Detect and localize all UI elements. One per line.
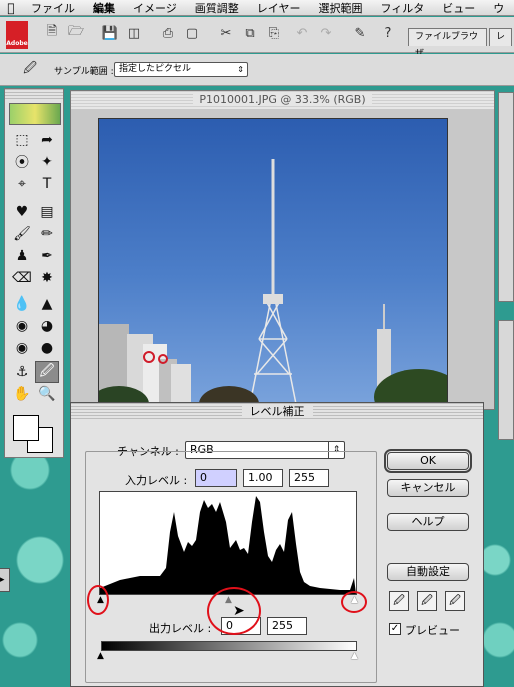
sample-size-label: サンプル範囲 :	[54, 67, 114, 77]
red-annotation-black	[87, 585, 109, 615]
eraser-tool-icon[interactable]: ⌫	[10, 267, 34, 289]
document-titlebar[interactable]: P1010001.JPG @ 33.3% (RGB)	[71, 91, 494, 109]
levels-dialog: レベル補正 チャンネル : RGB ⇕ 入力レベル : 0 1.00 255 ▲…	[70, 402, 484, 687]
menubar:  ファイル 編集 イメージ 画質調整 レイヤー 選択範囲 フィルタ ビュー ウ	[0, 0, 514, 16]
toolbox: ⬚ ➦ ⦿ ✦ ⌖ T ♥ ▤ 🖌 ✏ ♟ ✒ ⌫ ✸ 💧 ▲ ◉ ◕ ◉ ● …	[4, 88, 64, 458]
sponge-tool-icon[interactable]: ◉	[10, 315, 34, 337]
crop-tool-icon[interactable]: ⌖	[10, 173, 34, 195]
open-folder-icon[interactable]: 🗁	[66, 23, 86, 43]
adobe-logo-icon[interactable]: Adobe	[6, 21, 28, 49]
output-gradient-bar	[101, 641, 357, 651]
stamp-tool-icon[interactable]: ♟	[10, 245, 34, 267]
auto-button[interactable]: 自動設定	[387, 563, 469, 581]
palette-well: ファイルブラウザ レ	[408, 28, 514, 59]
chevron-updown-icon: ⇕	[237, 65, 244, 74]
gradient-tool-icon[interactable]: ▤	[35, 201, 59, 223]
save-icon[interactable]: 💾	[100, 23, 120, 43]
brush-tool-icon[interactable]: 🖌	[10, 223, 34, 245]
lasso-tool-icon[interactable]: ⦿	[10, 151, 34, 173]
tab-file-browser[interactable]: ファイルブラウザ	[408, 28, 487, 59]
histogram	[99, 491, 357, 595]
eyedropper-tool-icon[interactable]: 🖉	[35, 361, 59, 383]
color-palette[interactable]	[498, 320, 514, 440]
page-setup-icon[interactable]: ▢	[182, 23, 202, 43]
menu-select[interactable]: 選択範囲	[309, 0, 371, 16]
input-levels-label: 入力レベル :	[125, 474, 188, 487]
menu-layer[interactable]: レイヤー	[248, 0, 310, 16]
tab-layers[interactable]: レ	[488, 28, 512, 46]
dialog-titlebar[interactable]: レベル補正	[71, 403, 483, 421]
menu-window[interactable]: ウ	[484, 0, 513, 16]
input-gamma-field[interactable]: 1.00	[243, 469, 283, 487]
menu-edit[interactable]: 編集	[84, 0, 124, 16]
copy-icon[interactable]: ⧉	[240, 23, 260, 43]
redo-icon[interactable]: ↷	[316, 23, 336, 43]
type-tool-icon[interactable]: T	[35, 173, 59, 195]
dialog-title: レベル補正	[241, 405, 313, 418]
input-black-field[interactable]: 0	[195, 469, 237, 487]
document-title: P1010001.JPG @ 33.3% (RGB)	[193, 93, 372, 106]
cancel-button[interactable]: キャンセル	[387, 479, 469, 497]
zoom-slider-tool-icon[interactable]: ●	[35, 337, 59, 359]
photo-canvas[interactable]	[98, 118, 448, 408]
gray-eyedropper-icon[interactable]: 🖉	[417, 591, 437, 611]
red-annotation-gamma	[207, 587, 261, 635]
shape-tool-icon[interactable]: ♥	[10, 201, 34, 223]
foreground-color-swatch[interactable]	[13, 415, 39, 441]
save-as-icon[interactable]: ◫	[124, 23, 144, 43]
pencil-tool-icon[interactable]: ✏	[35, 223, 59, 245]
cut-icon[interactable]: ✂	[216, 23, 236, 43]
paste-icon[interactable]: ⎘	[264, 23, 284, 43]
histogram-graph	[100, 496, 356, 594]
output-black-slider[interactable]: ▲	[97, 652, 104, 661]
red-eye-tool-icon[interactable]: ◉	[10, 337, 34, 359]
move-tool-icon[interactable]: ➦	[35, 129, 59, 151]
apple-menu-icon[interactable]: 	[0, 1, 22, 15]
options-bar: 🖉 サンプル範囲 : 指定したピクセル ⇕	[0, 54, 514, 86]
navigator-palette[interactable]	[498, 92, 514, 302]
hand-tool-icon[interactable]: ✋	[10, 383, 34, 405]
ok-button[interactable]: OK	[384, 449, 472, 473]
undo-icon[interactable]: ↶	[292, 23, 312, 43]
document-window: P1010001.JPG @ 33.3% (RGB)	[70, 90, 495, 410]
preview-checkbox[interactable]: ✓	[389, 623, 401, 635]
output-levels-label: 出力レベル :	[149, 622, 212, 635]
menu-file[interactable]: ファイル	[22, 0, 84, 16]
palette-collapse-tab[interactable]: ▸	[0, 568, 10, 592]
marquee-tool-icon[interactable]: ⬚	[10, 129, 34, 151]
ruler-icon[interactable]: ✎	[350, 23, 370, 43]
output-white-slider[interactable]: ▲	[351, 652, 358, 661]
zoom-tool-icon[interactable]: 🔍	[35, 383, 59, 405]
pattern-tool-icon[interactable]: ✸	[35, 267, 59, 289]
black-eyedropper-icon[interactable]: 🖉	[389, 591, 409, 611]
red-annotation-white	[341, 591, 367, 613]
help-button[interactable]: ヘルプ	[387, 513, 469, 531]
input-white-field[interactable]: 255	[289, 469, 329, 487]
toolbox-logo[interactable]	[9, 103, 61, 125]
output-white-field[interactable]: 255	[267, 617, 307, 635]
eyedropper-icon: 🖉	[23, 61, 37, 76]
help-icon[interactable]: ?	[378, 23, 398, 43]
menu-adjust[interactable]: 画質調整	[186, 0, 248, 16]
print-icon[interactable]: ⎙	[158, 23, 178, 43]
toolbox-titlebar[interactable]	[5, 89, 63, 99]
menu-filter[interactable]: フィルタ	[371, 0, 433, 16]
hand-paint-tool-icon[interactable]: ⚓	[10, 361, 34, 383]
history-brush-tool-icon[interactable]: ✒	[35, 245, 59, 267]
blur-tool-icon[interactable]: 💧	[10, 293, 34, 315]
sharpen-tool-icon[interactable]: ▲	[35, 293, 59, 315]
sample-size-select[interactable]: 指定したピクセル ⇕	[114, 62, 248, 77]
new-file-icon[interactable]: 🗎	[42, 23, 62, 43]
tv-tower-photo	[99, 159, 447, 407]
sample-size-value: 指定したピクセル	[119, 64, 192, 74]
menu-view[interactable]: ビュー	[433, 0, 484, 16]
menu-image[interactable]: イメージ	[124, 0, 186, 16]
burn-tool-icon[interactable]: ◕	[35, 315, 59, 337]
white-eyedropper-icon[interactable]: 🖉	[445, 591, 465, 611]
main-toolbar: Adobe 🗎 🗁 💾 ◫ ⎙ ▢ ✂ ⧉ ⎘ ↶ ↷ ✎ ? ファイルブラウザ…	[0, 17, 514, 59]
magic-wand-tool-icon[interactable]: ✦	[35, 151, 59, 173]
preview-label: プレビュー	[405, 624, 460, 637]
